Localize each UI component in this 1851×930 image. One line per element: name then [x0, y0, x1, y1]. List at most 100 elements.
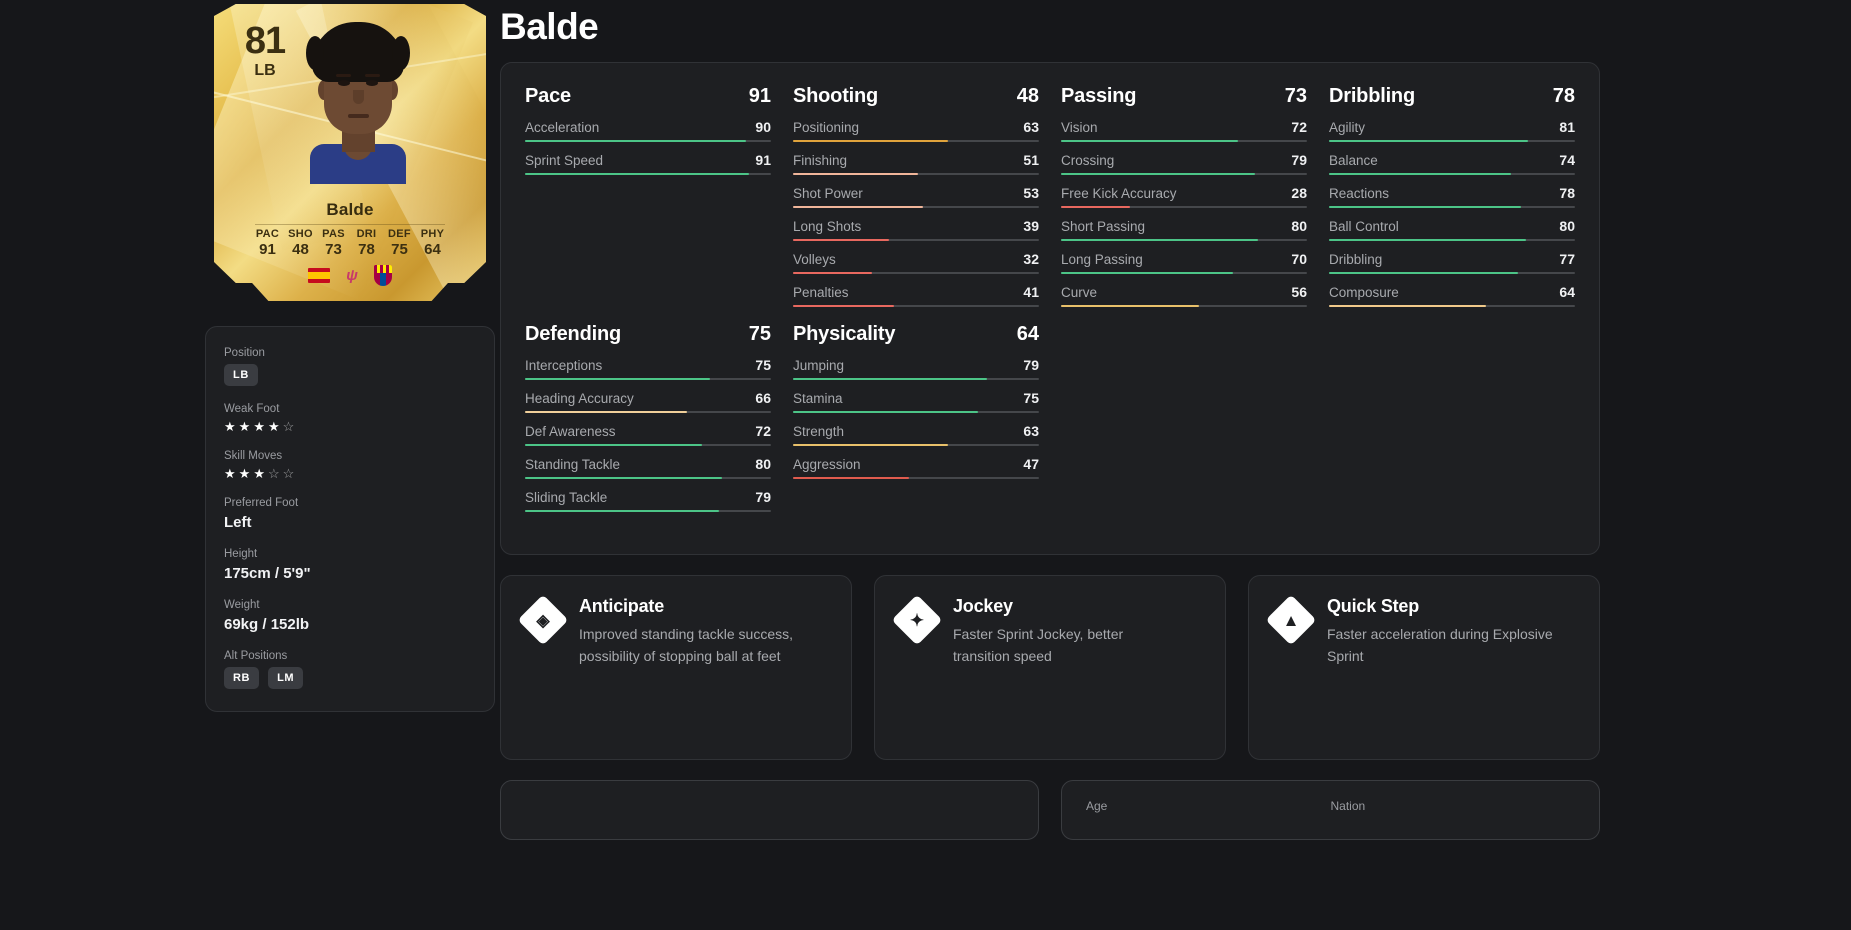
- alt-position-chip[interactable]: RB: [224, 667, 260, 689]
- stat-bar-fill: [1061, 239, 1258, 241]
- playstyle-body: Jockey Faster Sprint Jockey, better trans…: [953, 596, 1183, 737]
- stat-block-title: Physicality: [793, 323, 896, 345]
- stat-value: 91: [755, 152, 771, 168]
- bottom-panels-row: Age Nation: [500, 780, 1600, 840]
- card-rating-block: 81 LB: [237, 22, 293, 80]
- anticipate-fox-icon: ◈: [517, 594, 569, 646]
- info-position: Position LB: [224, 347, 476, 386]
- stat-name: Stamina: [793, 391, 843, 406]
- playstyle-card[interactable]: ✦ Jockey Faster Sprint Jockey, better tran…: [874, 575, 1226, 760]
- bottom-panel-left: [500, 780, 1039, 840]
- stat-row: Long Passing 70: [1061, 251, 1307, 274]
- stat-bar-fill: [525, 477, 722, 479]
- stat-bar-track: [1061, 239, 1307, 241]
- playstyle-card[interactable]: ▲ Quick Step Faster acceleration during Ex…: [1248, 575, 1600, 760]
- playstyle-body: Quick Step Faster acceleration during Exp…: [1327, 596, 1557, 737]
- stat-bar-fill: [1061, 173, 1256, 175]
- stat-row: Acceleration 90: [525, 119, 771, 142]
- stat-name: Free Kick Accuracy: [1061, 186, 1177, 201]
- stat-name: Long Shots: [793, 219, 862, 234]
- stat-name: Positioning: [793, 120, 860, 135]
- playstyle-card[interactable]: ◈ Anticipate Improved standing tackle succ…: [500, 575, 852, 760]
- stat-bar-fill: [793, 140, 948, 142]
- stat-row: Vision 72: [1061, 119, 1307, 142]
- card-stat-label: DEF: [388, 228, 411, 240]
- alt-position-chip[interactable]: LM: [268, 667, 304, 689]
- position-chip[interactable]: LB: [224, 364, 258, 386]
- stat-value: 63: [1023, 423, 1039, 439]
- stat-value: 32: [1023, 251, 1039, 267]
- star-empty-icon: ☆: [267, 466, 280, 481]
- stat-name: Def Awareness: [525, 424, 616, 439]
- card-stat: SHO 48: [284, 228, 317, 258]
- star-filled-icon: ★: [267, 419, 280, 434]
- weight-label: Weight: [224, 599, 260, 611]
- star-filled-icon: ★: [238, 466, 251, 481]
- stat-block-header: Shooting 48: [793, 85, 1039, 108]
- stat-row: Ball Control 80: [1329, 218, 1575, 241]
- stat-bar-track: [1329, 140, 1575, 142]
- stat-block-dribbling: Dribbling 78 Agility 81 Balance 74 Reactions 78…: [1329, 85, 1575, 317]
- skill-moves-stars: ★ ★ ★ ☆ ☆: [224, 467, 476, 480]
- card-player-name: Balde: [326, 200, 374, 219]
- stat-row: Positioning 63: [793, 119, 1039, 142]
- weak-foot-label: Weak Foot: [224, 403, 280, 415]
- card-stat-value: 91: [259, 241, 276, 258]
- stat-bar-fill: [793, 378, 988, 380]
- playstyle-title: Jockey: [953, 596, 1013, 616]
- stat-bar-track: [525, 173, 771, 175]
- stat-name: Long Passing: [1061, 252, 1143, 267]
- age-label: Age: [1086, 799, 1108, 813]
- stat-name: Ball Control: [1329, 219, 1399, 234]
- stat-row: Long Shots 39: [793, 218, 1039, 241]
- card-stat: PAS 73: [317, 228, 350, 258]
- info-weak-foot: Weak Foot ★ ★ ★ ★ ☆: [224, 403, 476, 433]
- preferred-foot-value: Left: [224, 514, 252, 531]
- page-title: Balde: [500, 6, 599, 47]
- stat-bar-fill: [793, 411, 978, 413]
- left-column: 81 LB Balde PAC 91 SHO 48 PAS 73 DRI 78 …: [205, 0, 495, 712]
- stat-bar-track: [793, 206, 1039, 208]
- stat-row: Strength 63: [793, 423, 1039, 446]
- stat-value: 47: [1023, 456, 1039, 472]
- alt-positions-chips: RB LM: [224, 667, 476, 689]
- stat-block-title: Defending: [525, 323, 621, 345]
- stat-name: Composure: [1329, 285, 1399, 300]
- stat-bar-track: [793, 477, 1039, 479]
- playstyle-glyph: ▲: [1282, 610, 1300, 630]
- stat-name: Standing Tackle: [525, 457, 621, 472]
- stat-block-value: 64: [1016, 323, 1039, 345]
- player-card[interactable]: 81 LB Balde PAC 91 SHO 48 PAS 73 DRI 78 …: [214, 4, 486, 304]
- playstyle-description: Improved standing tackle success, possib…: [579, 626, 793, 664]
- stat-name: Sprint Speed: [525, 153, 604, 168]
- preferred-foot-label: Preferred Foot: [224, 497, 299, 509]
- stat-row: Sprint Speed 91: [525, 152, 771, 175]
- stat-value: 56: [1291, 284, 1307, 300]
- card-stat-label: PHY: [420, 228, 445, 240]
- stat-block-value: 48: [1016, 85, 1039, 107]
- stat-bar-fill: [1061, 305, 1199, 307]
- card-stat: PAC 91: [251, 228, 284, 258]
- playstyle-description: Faster Sprint Jockey, better transition …: [953, 626, 1124, 664]
- stat-bar-track: [793, 272, 1039, 274]
- card-overall-rating: 81: [244, 20, 286, 62]
- card-stat-label: PAS: [322, 228, 345, 240]
- stat-bar-track: [525, 140, 771, 142]
- stat-bar-fill: [1329, 173, 1512, 175]
- stat-row: Volleys 32: [793, 251, 1039, 274]
- card-stat-value: 64: [424, 241, 441, 258]
- star-filled-icon: ★: [253, 466, 265, 481]
- alt-positions-label: Alt Positions: [224, 650, 288, 662]
- card-stat-label: PAC: [255, 228, 280, 240]
- stat-row: Short Passing 80: [1061, 218, 1307, 241]
- stat-name: Balance: [1329, 153, 1378, 168]
- stat-row: Jumping 79: [793, 357, 1039, 380]
- stat-bar-track: [1061, 272, 1307, 274]
- info-height: Height 175cm / 5'9": [224, 548, 476, 582]
- card-stat-value: 78: [358, 241, 375, 258]
- stat-block-title: Shooting: [793, 85, 879, 107]
- stat-block-title: Pace: [525, 85, 571, 107]
- card-stat: PHY 64: [416, 228, 449, 258]
- info-preferred-foot: Preferred Foot Left: [224, 497, 476, 531]
- info-weight: Weight 69kg / 152lb: [224, 599, 476, 633]
